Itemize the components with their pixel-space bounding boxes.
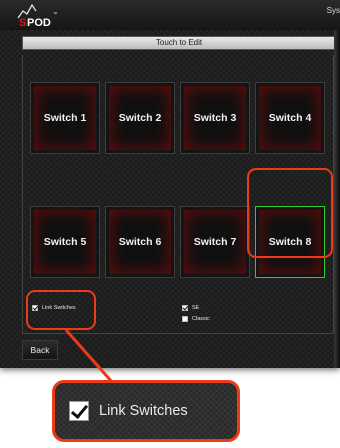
checkbox-checked-icon	[182, 305, 188, 311]
panel-border-bottom	[22, 333, 334, 334]
switch-6-button[interactable]: Switch 6	[105, 206, 175, 278]
se-checkbox[interactable]: SE	[182, 305, 199, 311]
link-switches-checkbox[interactable]: Link Switches	[32, 305, 76, 311]
checkbox-checked-icon	[32, 305, 38, 311]
classic-checkbox[interactable]: Classic	[182, 316, 210, 322]
switch-pod-screen: S POD ™ Sys Touch to Edit Switch 1 Switc…	[0, 0, 340, 368]
zoom-callout-label: Link Switches	[99, 403, 188, 419]
svg-text:™: ™	[53, 11, 57, 16]
switch-2-button[interactable]: Switch 2	[105, 82, 175, 154]
classic-label: Classic	[192, 316, 210, 322]
checkbox-checked-icon	[69, 401, 89, 421]
switch-3-button[interactable]: Switch 3	[180, 82, 250, 154]
touch-to-edit-bar[interactable]: Touch to Edit	[22, 36, 336, 50]
switch-5-button[interactable]: Switch 5	[30, 206, 100, 278]
back-button[interactable]: Back	[22, 340, 58, 360]
svg-text:POD: POD	[27, 17, 51, 28]
switch-4-button[interactable]: Switch 4	[255, 82, 325, 154]
link-switches-label: Link Switches	[42, 305, 76, 311]
link-switches-zoom-callout: Link Switches	[52, 380, 240, 442]
panel-border-left	[22, 55, 23, 333]
svg-text:S: S	[19, 17, 26, 28]
right-edge-panel	[334, 30, 340, 368]
switch-7-button[interactable]: Switch 7	[180, 206, 250, 278]
switch-1-button[interactable]: Switch 1	[30, 82, 100, 154]
checkbox-unchecked-icon	[182, 316, 188, 322]
se-label: SE	[192, 305, 200, 311]
top-bar: S POD ™ Sys	[0, 0, 340, 30]
switch-8-button[interactable]: Switch 8	[255, 206, 325, 278]
spod-logo: S POD ™	[17, 3, 57, 28]
system-label: Sys	[326, 6, 340, 15]
